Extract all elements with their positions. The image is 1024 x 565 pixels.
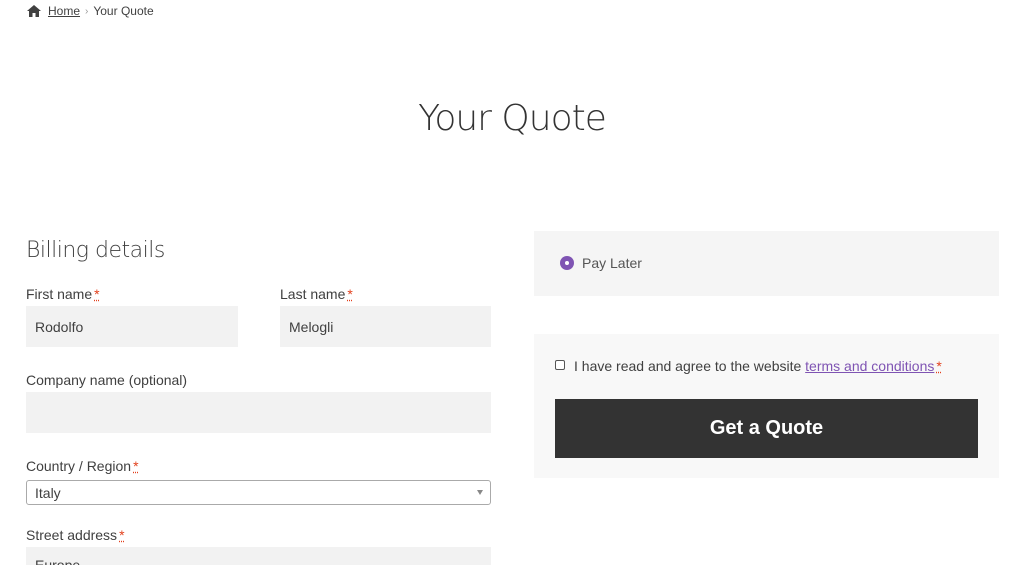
terms-link[interactable]: terms and conditions — [805, 358, 934, 374]
payment-methods-panel: Pay Later — [534, 231, 999, 296]
required-marker: * — [94, 286, 100, 302]
breadcrumb-current: Your Quote — [93, 4, 154, 18]
terms-label: I have read and agree to the website ter… — [574, 358, 942, 374]
required-marker: * — [936, 358, 942, 374]
first-name-input[interactable]: Rodolfo — [26, 306, 238, 347]
terms-text: I have read and agree to the website — [574, 358, 802, 374]
breadcrumb: Home › Your Quote — [27, 4, 154, 18]
first-name-label-text: First name — [26, 286, 93, 302]
first-name-label: First name * — [26, 286, 100, 302]
street-address-input[interactable]: Europe — [26, 547, 491, 565]
street-address-label-text: Street address — [26, 527, 118, 543]
home-icon — [27, 5, 41, 17]
pay-later-label[interactable]: Pay Later — [582, 255, 642, 271]
get-a-quote-button[interactable]: Get a Quote — [555, 399, 978, 458]
place-order-panel: I have read and agree to the website ter… — [534, 334, 999, 478]
last-name-label-text: Last name — [280, 286, 346, 302]
company-name-input[interactable] — [26, 392, 491, 433]
last-name-input[interactable]: Melogli — [280, 306, 491, 347]
company-name-label: Company name (optional) — [26, 372, 188, 388]
street-address-label: Street address * — [26, 527, 125, 543]
terms-checkbox[interactable] — [555, 360, 565, 370]
breadcrumb-home-link[interactable]: Home — [48, 4, 80, 18]
chevron-down-icon — [477, 490, 483, 495]
pay-later-radio[interactable] — [560, 256, 574, 270]
country-select[interactable]: Italy — [26, 480, 491, 505]
billing-details-heading: Billing details — [26, 238, 165, 263]
required-marker: * — [133, 458, 139, 474]
country-label-text: Country / Region — [26, 458, 132, 474]
page-title: Your Quote — [418, 98, 607, 139]
last-name-label: Last name * — [280, 286, 353, 302]
country-label: Country / Region * — [26, 458, 139, 474]
breadcrumb-separator: › — [85, 5, 89, 17]
required-marker: * — [347, 286, 353, 302]
country-select-value: Italy — [35, 484, 61, 501]
required-marker: * — [119, 527, 125, 543]
